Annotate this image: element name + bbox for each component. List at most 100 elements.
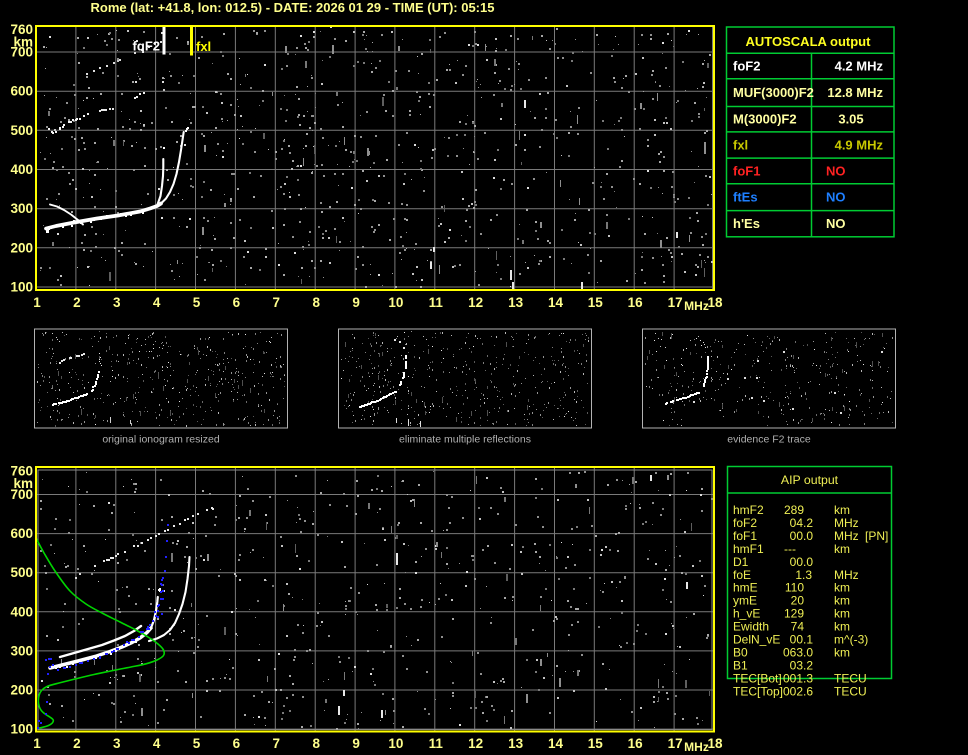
svg-text:600: 600 bbox=[10, 526, 33, 541]
svg-text:TECU: TECU bbox=[834, 684, 867, 698]
svg-text:evidence F2 trace: evidence F2 trace bbox=[727, 434, 811, 446]
svg-text:16: 16 bbox=[628, 295, 644, 310]
svg-text:hmE: hmE bbox=[733, 581, 758, 595]
svg-text:ftEs: ftEs bbox=[733, 190, 758, 205]
svg-text:B0: B0 bbox=[733, 646, 748, 660]
svg-text:12: 12 bbox=[468, 736, 483, 751]
svg-text:fqF2: fqF2 bbox=[133, 39, 160, 54]
svg-text:---: --- bbox=[784, 542, 796, 556]
svg-text:18: 18 bbox=[707, 736, 723, 751]
svg-text:13: 13 bbox=[508, 295, 524, 310]
svg-text:MUF(3000)F2: MUF(3000)F2 bbox=[733, 85, 814, 100]
svg-text:500: 500 bbox=[10, 123, 33, 138]
svg-text:DelN_vE: DelN_vE bbox=[733, 633, 780, 647]
svg-text:4.2 MHz: 4.2 MHz bbox=[835, 59, 884, 74]
svg-text:4.9 MHz: 4.9 MHz bbox=[835, 138, 884, 153]
svg-text:km: km bbox=[834, 581, 850, 595]
svg-text:1.3: 1.3 bbox=[795, 568, 812, 582]
svg-text:6: 6 bbox=[233, 736, 241, 751]
svg-text:03.2: 03.2 bbox=[790, 658, 814, 672]
svg-text:MHz: MHz bbox=[684, 740, 709, 754]
svg-text:5: 5 bbox=[193, 295, 201, 310]
svg-text:3: 3 bbox=[113, 295, 121, 310]
svg-text:AIP output: AIP output bbox=[781, 473, 839, 487]
svg-text:20: 20 bbox=[791, 594, 805, 608]
svg-text:4: 4 bbox=[153, 295, 161, 310]
svg-text:16: 16 bbox=[628, 736, 644, 751]
svg-text:74: 74 bbox=[791, 620, 805, 634]
svg-text:3: 3 bbox=[113, 736, 121, 751]
svg-text:00.0: 00.0 bbox=[790, 529, 814, 543]
svg-text:km: km bbox=[834, 620, 850, 634]
svg-text:hmF2: hmF2 bbox=[733, 503, 764, 517]
svg-text:10: 10 bbox=[388, 736, 403, 751]
svg-text:fxl: fxl bbox=[196, 39, 211, 54]
svg-text:100: 100 bbox=[10, 280, 33, 295]
svg-text:600: 600 bbox=[10, 84, 33, 99]
svg-text:100: 100 bbox=[10, 722, 33, 737]
svg-text:km: km bbox=[834, 607, 850, 621]
svg-text:7: 7 bbox=[273, 295, 281, 310]
svg-text:300: 300 bbox=[10, 643, 33, 658]
svg-text:foF2: foF2 bbox=[733, 516, 757, 530]
svg-text:500: 500 bbox=[10, 565, 33, 580]
svg-text:200: 200 bbox=[10, 683, 33, 698]
svg-text:MHz: MHz bbox=[834, 568, 859, 582]
svg-text:4: 4 bbox=[153, 736, 161, 751]
svg-text:NO: NO bbox=[826, 190, 846, 205]
svg-text:11: 11 bbox=[429, 295, 444, 310]
svg-text:km: km bbox=[834, 646, 850, 660]
svg-text:200: 200 bbox=[10, 240, 33, 255]
svg-text:m^(-3): m^(-3) bbox=[834, 633, 868, 647]
svg-text:10: 10 bbox=[388, 295, 403, 310]
svg-text:MHz: MHz bbox=[834, 529, 859, 543]
svg-text:9: 9 bbox=[352, 736, 360, 751]
svg-text:TEC[Bot]: TEC[Bot] bbox=[733, 671, 782, 685]
svg-text:M(3000)F2: M(3000)F2 bbox=[733, 112, 797, 127]
svg-text:foF1: foF1 bbox=[733, 529, 757, 543]
svg-text:15: 15 bbox=[588, 295, 604, 310]
svg-text:13: 13 bbox=[508, 736, 524, 751]
svg-text:foE: foE bbox=[733, 568, 751, 582]
svg-text:12: 12 bbox=[468, 295, 483, 310]
svg-text:300: 300 bbox=[10, 201, 33, 216]
svg-text:eliminate multiple reflections: eliminate multiple reflections bbox=[399, 434, 531, 446]
svg-text:129: 129 bbox=[784, 607, 804, 621]
svg-text:063.0: 063.0 bbox=[783, 646, 813, 660]
svg-text:00.1: 00.1 bbox=[790, 633, 814, 647]
svg-text:8: 8 bbox=[312, 295, 320, 310]
svg-text:7: 7 bbox=[273, 736, 281, 751]
svg-text:11: 11 bbox=[429, 736, 444, 751]
svg-text:foF1: foF1 bbox=[733, 163, 760, 178]
svg-text:km: km bbox=[834, 503, 850, 517]
svg-text:17: 17 bbox=[668, 736, 683, 751]
svg-text:110: 110 bbox=[785, 581, 804, 595]
svg-text:D1: D1 bbox=[733, 555, 749, 569]
svg-text:MHz: MHz bbox=[684, 299, 709, 313]
svg-text:Ewidth: Ewidth bbox=[733, 620, 769, 634]
svg-text:400: 400 bbox=[10, 604, 33, 619]
svg-text:Rome (lat: +41.8, lon: 012.5): Rome (lat: +41.8, lon: 012.5) - DATE: 20… bbox=[91, 0, 495, 15]
svg-text:00.0: 00.0 bbox=[790, 555, 814, 569]
svg-text:B1: B1 bbox=[733, 658, 748, 672]
svg-text:km: km bbox=[834, 542, 850, 556]
svg-text:1: 1 bbox=[33, 736, 41, 751]
svg-text:2: 2 bbox=[73, 295, 81, 310]
svg-text:17: 17 bbox=[668, 295, 683, 310]
svg-text:18: 18 bbox=[707, 295, 723, 310]
svg-text:3.05: 3.05 bbox=[838, 112, 863, 127]
svg-text:002.6: 002.6 bbox=[783, 684, 813, 698]
svg-text:hmF1: hmF1 bbox=[733, 542, 764, 556]
svg-text:h'Es: h'Es bbox=[733, 216, 760, 231]
svg-text:700: 700 bbox=[10, 45, 33, 60]
svg-text:700: 700 bbox=[10, 487, 33, 502]
svg-text:TEC[Top]: TEC[Top] bbox=[733, 684, 783, 698]
svg-text:6: 6 bbox=[233, 295, 241, 310]
svg-text:1: 1 bbox=[33, 295, 41, 310]
svg-text:400: 400 bbox=[10, 162, 33, 177]
svg-text:AUTOSCALA output: AUTOSCALA output bbox=[746, 34, 872, 49]
svg-text:14: 14 bbox=[548, 295, 564, 310]
svg-text:NO: NO bbox=[826, 216, 846, 231]
svg-text:ymE: ymE bbox=[733, 594, 757, 608]
svg-text:MHz: MHz bbox=[834, 516, 859, 530]
